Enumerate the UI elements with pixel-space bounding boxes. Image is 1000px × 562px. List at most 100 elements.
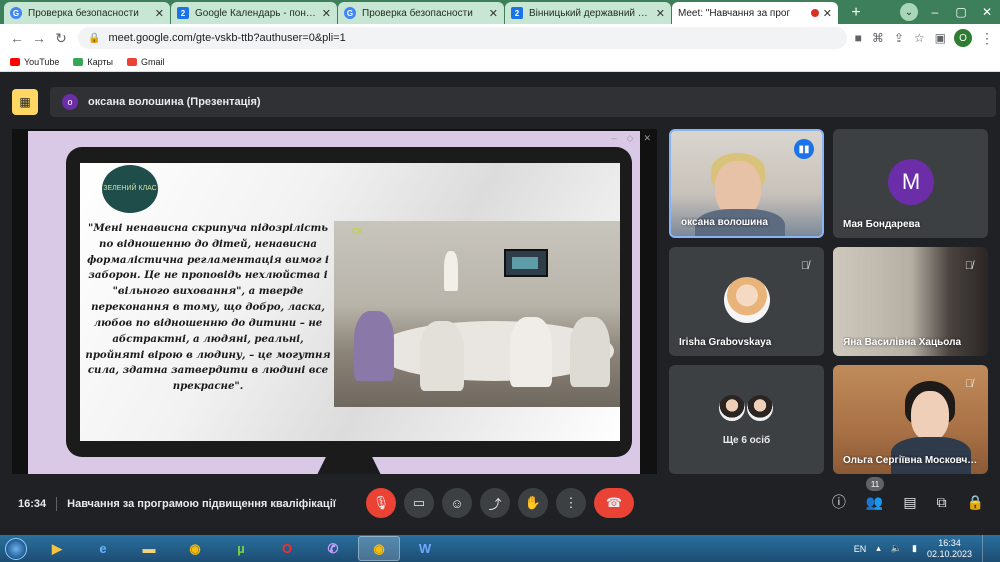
- close-icon[interactable]: ✕: [643, 133, 651, 144]
- calendar-icon: 2: [177, 7, 189, 19]
- tab-title: Meet: "Навчання за прог: [678, 7, 791, 19]
- photo-logo: СК: [352, 227, 363, 236]
- recording-icon: [810, 9, 819, 17]
- close-window-button[interactable]: ✕: [974, 0, 1000, 24]
- word-icon[interactable]: W: [404, 536, 446, 561]
- participant-name: Мая Бондарева: [843, 219, 921, 230]
- tray-date: 02.10.2023: [926, 548, 972, 559]
- back-button[interactable]: ←: [6, 27, 28, 49]
- chrome-active-icon[interactable]: ◉: [358, 536, 400, 561]
- windows-logo-icon: [5, 537, 27, 560]
- close-icon[interactable]: ✕: [489, 7, 498, 20]
- presenter-bar: о оксана волошина (Презентація): [50, 87, 996, 117]
- pin-icon[interactable]: ◇: [627, 133, 634, 144]
- chrome-icon[interactable]: ◉: [174, 536, 216, 561]
- monitor-stand: [316, 457, 382, 474]
- minimize-button[interactable]: –: [922, 0, 948, 24]
- system-tray: EN ▴ 🔈 ▮ 16:34 02.10.2023: [854, 535, 1000, 562]
- utorrent-icon[interactable]: µ: [220, 536, 262, 561]
- bookmark-label: YouTube: [24, 56, 60, 67]
- camera-toggle-button[interactable]: ▭: [404, 488, 434, 518]
- network-icon[interactable]: ▮: [912, 543, 917, 554]
- browser-tabstrip: G Проверка безопасности ✕ 2 Google Кален…: [0, 0, 1000, 85]
- slide-content: ЗЕЛЕНИЙ КЛАС "Мені ненависна скрипуча пі…: [80, 163, 620, 441]
- tab-title: Вінницький державний педа: [529, 7, 652, 19]
- opera-icon[interactable]: O: [266, 536, 308, 561]
- participant-tile[interactable]: 🎙̸ Яна Василівна Хацьола: [833, 247, 988, 356]
- tab-security-check-1[interactable]: G Проверка безопасности ✕: [4, 2, 170, 24]
- bookmark-star-icon[interactable]: ☆: [914, 31, 925, 45]
- activities-button[interactable]: ⧉: [937, 494, 947, 511]
- tab-title: Google Календарь - понеделы: [195, 7, 318, 19]
- language-indicator[interactable]: EN: [854, 544, 867, 554]
- close-icon[interactable]: ✕: [823, 7, 832, 20]
- window-controls: – ▢ ✕: [922, 0, 1000, 24]
- media-player-icon[interactable]: ▶: [36, 536, 78, 561]
- person-figure: [510, 317, 552, 387]
- present-button[interactable]: ⤴: [480, 488, 510, 518]
- participant-name: оксана волошина: [681, 217, 768, 228]
- bookmark-gmail[interactable]: Gmail: [127, 57, 165, 67]
- reload-button[interactable]: ↻: [50, 27, 72, 49]
- presentation-layout-icon[interactable]: ▦: [12, 89, 38, 115]
- classroom-photo: СК: [334, 221, 620, 407]
- volume-icon[interactable]: 🔈: [891, 543, 902, 554]
- share-icon[interactable]: ⇪: [894, 31, 904, 45]
- presenter-avatar: о: [62, 94, 78, 110]
- tab-meet[interactable]: ▶ Meet: "Навчання за прог ✕: [0, 2, 838, 85]
- meet-controls-bar: 16:34 Навчання за програмою підвищення к…: [0, 477, 1000, 524]
- meeting-name: Навчання за програмою підвищення кваліфі…: [67, 498, 336, 510]
- side-panel-icon[interactable]: ▣: [935, 31, 946, 45]
- participant-tile[interactable]: М Мая Бондарева: [833, 129, 988, 238]
- people-button[interactable]: 👥: [866, 494, 883, 511]
- close-icon[interactable]: ✕: [155, 7, 164, 20]
- close-icon[interactable]: ✕: [656, 7, 665, 20]
- google-icon: G: [344, 7, 356, 19]
- bookmarks-bar: YouTube Карты Gmail: [0, 52, 1000, 72]
- lock-icon[interactable]: 🔒: [88, 33, 100, 44]
- more-participants-tile[interactable]: Ще 6 осіб: [669, 365, 824, 474]
- host-controls-button[interactable]: 🔒: [967, 494, 984, 511]
- maximize-button[interactable]: ▢: [948, 0, 974, 24]
- tray-arrow-icon[interactable]: ▴: [876, 543, 881, 554]
- internet-explorer-icon[interactable]: e: [82, 536, 124, 561]
- tray-clock[interactable]: 16:34 02.10.2023: [927, 538, 972, 559]
- new-tab-button[interactable]: +: [845, 2, 867, 24]
- reactions-button[interactable]: ☺: [442, 488, 472, 518]
- camera-icon[interactable]: ■: [855, 31, 862, 45]
- slide-monitor: ЗЕЛЕНИЙ КЛАС "Мені ненависна скрипуча пі…: [66, 147, 632, 474]
- participant-tile[interactable]: 🎙̸ Ольга Сергіївна Московченко: [833, 365, 988, 474]
- minimize-icon[interactable]: –: [612, 133, 617, 144]
- translate-icon[interactable]: ⌘: [872, 31, 884, 45]
- profile-avatar[interactable]: O: [954, 29, 972, 47]
- bookmark-maps[interactable]: Карты: [73, 57, 113, 67]
- close-icon[interactable]: ✕: [322, 7, 331, 20]
- mic-toggle-button[interactable]: 🎙: [366, 488, 396, 518]
- tab-university[interactable]: 2 Вінницький державний педа ✕: [505, 2, 671, 24]
- maps-icon: [73, 57, 84, 66]
- calendar-icon: 2: [511, 7, 523, 19]
- tab-google-calendar[interactable]: 2 Google Календарь - понеделы ✕: [171, 2, 337, 24]
- tray-time: 16:34: [938, 538, 961, 549]
- tab-security-check-2[interactable]: G Проверка безопасности ✕: [338, 2, 504, 24]
- mic-off-icon: 🎙̸: [964, 378, 974, 390]
- show-desktop-button[interactable]: [982, 535, 992, 562]
- browser-menu-icon[interactable]: ⋮: [980, 30, 994, 47]
- meeting-details-button[interactable]: ⓘ: [832, 492, 846, 512]
- raise-hand-button[interactable]: ✋: [518, 488, 548, 518]
- start-button[interactable]: [0, 535, 32, 562]
- leave-call-button[interactable]: ☎: [594, 488, 634, 518]
- forward-button[interactable]: →: [28, 27, 50, 49]
- address-bar[interactable]: 🔒 meet.google.com/gte-vskb-ttb?authuser=…: [78, 27, 847, 49]
- file-explorer-icon[interactable]: ▬: [128, 536, 170, 561]
- participant-avatar: [745, 393, 775, 423]
- viber-icon[interactable]: ✆: [312, 536, 354, 561]
- participant-tile[interactable]: ▮▮ оксана волошина: [669, 129, 824, 238]
- bookmark-youtube[interactable]: YouTube: [10, 57, 59, 67]
- more-options-button[interactable]: ⋮: [556, 488, 586, 518]
- presenter-label: оксана волошина (Презентація): [88, 96, 261, 108]
- participant-tile[interactable]: 🎙̸ Irisha Grabovskaya: [669, 247, 824, 356]
- browser-toolbar: ← → ↻ 🔒 meet.google.com/gte-vskb-ttb?aut…: [0, 24, 1000, 52]
- chat-button[interactable]: ▤: [903, 494, 916, 511]
- tab-search-button[interactable]: ⌄: [900, 3, 918, 21]
